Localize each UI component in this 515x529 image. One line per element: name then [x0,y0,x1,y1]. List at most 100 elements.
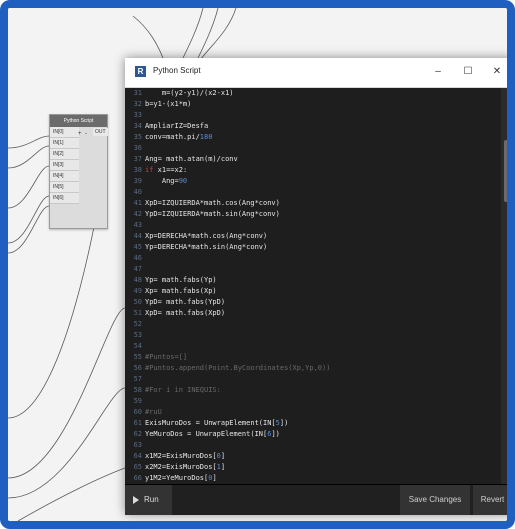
code-line[interactable]: 46 [125,253,501,264]
code-line[interactable]: 39 Ang=90 [125,176,501,187]
line-number: 50 [133,298,142,306]
code-token: Xp= math.fabs(Xp) [145,287,217,295]
line-number: 38 [133,166,142,174]
line-number: 61 [133,419,142,427]
code-line[interactable]: 58 #For i in INEQUIS: [125,385,501,396]
code-line[interactable]: 57 [125,374,501,385]
node-output-port[interactable]: OUT [93,128,108,136]
code-line[interactable]: 60 #ruU [125,407,501,418]
node-input-port[interactable]: IN[0] [50,127,79,138]
node-input-port[interactable]: IN[1] [50,138,79,149]
code-token: x1==x2: [153,166,188,174]
code-line[interactable]: 34 AmpliarIZ=Desfa [125,121,501,132]
line-number: 40 [133,188,142,196]
node-input-port[interactable]: IN[5] [50,182,79,193]
code-token: conv=math.pi/ [145,133,200,141]
code-line[interactable]: 48 Yp= math.fabs(Yp) [125,275,501,286]
code-token: Yp= math.fabs(Yp) [145,276,217,284]
run-button[interactable]: Run [125,485,172,515]
editor-scrollbar[interactable] [501,88,507,484]
editor-bottom-bar: Run Save Changes Revert [125,484,507,515]
code-line[interactable]: 40 [125,187,501,198]
code-line[interactable]: 50 YpD= math.fabs(YpD) [125,297,501,308]
code-token: ] [220,452,226,460]
code-line[interactable]: 38 if x1==x2: [125,165,501,176]
code-line[interactable]: 62 YeMuroDos = UnwrapElement(IN[6]) [125,429,501,440]
code-line[interactable]: 45 Yp=DERECHA*math.sin(Ang*conv) [125,242,501,253]
scrollbar-thumb[interactable] [504,140,507,202]
line-number: 42 [133,210,142,218]
code-token: x1M2=ExisMuroDos[ [145,452,217,460]
code-token: #Puntos.append(Point.ByCoordinates(Xp,Yp… [145,364,331,372]
minimize-button[interactable]: – [423,62,453,82]
add-input-button[interactable]: + [78,131,82,137]
code-line[interactable]: 53 [125,330,501,341]
code-line[interactable]: 64 x1M2=ExisMuroDos[0] [125,451,501,462]
code-line[interactable]: 51 XpD= math.fabs(XpD) [125,308,501,319]
line-number: 41 [133,199,142,207]
code-editor[interactable]: 31 m=(y2-y1)/(x2-x1) 32 b=y1-(x1*m) 33 34 Amp… [125,88,501,484]
remove-input-button[interactable]: - [85,131,87,137]
node-input-port[interactable]: IN[3] [50,160,79,171]
revert-button[interactable]: Revert [473,485,507,515]
code-text: Ang= math.atan(m)/conv [145,155,238,163]
code-line[interactable]: 33 [125,110,501,121]
node-input-port[interactable]: IN[4] [50,171,79,182]
code-text: Yp=DERECHA*math.sin(Ang*conv) [145,243,267,251]
line-number: 60 [133,408,142,416]
code-line[interactable]: 36 [125,143,501,154]
code-text: conv=math.pi/180 [145,133,212,141]
code-line[interactable]: 59 [125,396,501,407]
line-number: 51 [133,309,142,317]
window-titlebar[interactable]: R Python Script – ☐ ✕ [125,58,507,88]
code-line[interactable]: 63 [125,440,501,451]
node-input-port[interactable]: IN[2] [50,149,79,160]
code-text: XpD= math.fabs(XpD) [145,309,225,317]
code-line[interactable]: 41 XpD=IZQUIERDA*math.cos(Ang*conv) [125,198,501,209]
code-text: Xp= math.fabs(Xp) [145,287,217,295]
code-line[interactable]: 52 [125,319,501,330]
line-number: 34 [133,122,142,130]
line-number: 59 [133,397,142,405]
line-number: 31 [133,89,142,97]
code-line[interactable]: 56 #Puntos.append(Point.ByCoordinates(Xp,… [125,363,501,374]
code-line[interactable]: 65 x2M2=ExisMuroDos[1] [125,462,501,473]
code-line[interactable]: 66 y1M2=YeMuroDos[0] [125,473,501,484]
code-line[interactable]: 37 Ang= math.atan(m)/conv [125,154,501,165]
node-input-port[interactable]: IN[6] [50,193,79,204]
code-token: YpD=IZQUIERDA*math.sin(Ang*conv) [145,210,280,218]
code-text: YeMuroDos = UnwrapElement(IN[6]) [145,430,280,438]
code-line[interactable]: 44 Xp=DERECHA*math.cos(Ang*conv) [125,231,501,242]
code-line[interactable]: 49 Xp= math.fabs(Xp) [125,286,501,297]
code-line[interactable]: 42 YpD=IZQUIERDA*math.sin(Ang*conv) [125,209,501,220]
code-line[interactable]: 47 [125,264,501,275]
code-line[interactable]: 55 #Puntos=[] [125,352,501,363]
code-token: ] [212,474,217,482]
code-token: YeMuroDos = UnwrapElement(IN[ [145,430,268,438]
line-number: 52 [133,320,142,328]
code-line[interactable]: 31 m=(y2-y1)/(x2-x1) [125,88,501,99]
line-number: 66 [133,474,142,482]
code-text: #Puntos.append(Point.ByCoordinates(Xp,Yp… [145,364,330,372]
code-text: ExisMuroDos = UnwrapElement(IN[5]) [145,419,288,427]
line-number: 36 [133,144,142,152]
python-script-node[interactable]: Python Script IN[0] IN[1] IN[2] IN[3] IN… [49,114,108,229]
code-token: x2M2=ExisMuroDos[ [145,463,217,471]
code-line[interactable]: 32 b=y1-(x1*m) [125,99,501,110]
line-number: 63 [133,441,142,449]
code-token: Yp=DERECHA*math.sin(Ang*conv) [145,243,268,251]
maximize-button[interactable]: ☐ [453,62,483,82]
code-line[interactable]: 43 [125,220,501,231]
dynamo-canvas[interactable]: Python Script IN[0] IN[1] IN[2] IN[3] IN… [8,8,507,521]
code-line[interactable]: 61 ExisMuroDos = UnwrapElement(IN[5]) [125,418,501,429]
code-token: AmpliarIZ=Desfa [145,122,209,130]
code-token: ExisMuroDos = UnwrapElement(IN[ [145,419,276,427]
line-number: 64 [133,452,142,460]
code-line[interactable]: 35 conv=math.pi/180 [125,132,501,143]
line-number: 47 [133,265,142,273]
close-button[interactable]: ✕ [482,62,507,82]
code-line[interactable]: 54 [125,341,501,352]
line-number: 62 [133,430,142,438]
line-number: 53 [133,331,142,339]
save-changes-button[interactable]: Save Changes [400,485,470,515]
